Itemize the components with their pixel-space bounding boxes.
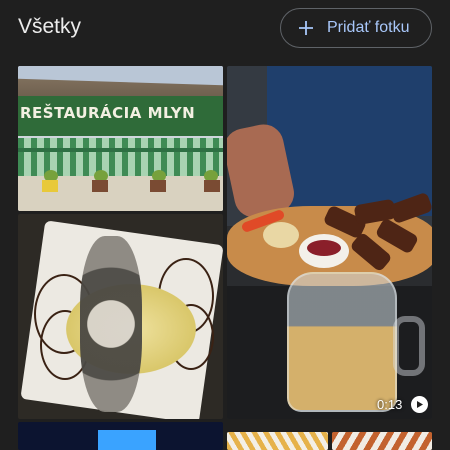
- photo-tile-food-plate[interactable]: [332, 432, 432, 450]
- video-duration: 0:13: [377, 397, 403, 412]
- add-photo-label: Pridať fotku: [327, 19, 410, 36]
- photo-tile-dessert[interactable]: [18, 214, 223, 419]
- page-title: Všetky: [18, 15, 82, 38]
- photo-pot: [92, 180, 108, 192]
- photo-tile-restaurant-exterior[interactable]: REŠTAURÁCIA MLYN: [18, 66, 223, 211]
- photo-tile-dark-room[interactable]: [18, 422, 223, 450]
- photo-poppy-topping: [80, 236, 142, 412]
- video-tile-meat-platter[interactable]: 0:13: [227, 66, 432, 419]
- photo-screen: [98, 430, 156, 450]
- photo-mug-handle: [393, 316, 425, 376]
- photo-food: [332, 432, 432, 450]
- photo-pot: [42, 180, 58, 192]
- photo-potato: [263, 222, 299, 248]
- photo-fries: [227, 432, 328, 450]
- photo-pot: [150, 180, 166, 192]
- play-triangle-icon: [417, 401, 423, 408]
- play-icon[interactable]: [411, 396, 428, 413]
- photo-pot: [204, 180, 220, 192]
- photo-fence-rail: [18, 148, 223, 152]
- photo-grid: REŠTAURÁCIA MLYN 0:13: [18, 66, 432, 450]
- photo-beer-mug: [287, 272, 397, 412]
- add-photo-button[interactable]: Pridať fotku: [280, 8, 432, 48]
- photo-tile-fries[interactable]: [227, 432, 328, 450]
- photo-sign-text: REŠTAURÁCIA MLYN: [20, 104, 196, 122]
- photo-sauce: [307, 240, 341, 256]
- plus-icon: [299, 21, 313, 35]
- gallery-header: Všetky Pridať fotku: [0, 0, 450, 58]
